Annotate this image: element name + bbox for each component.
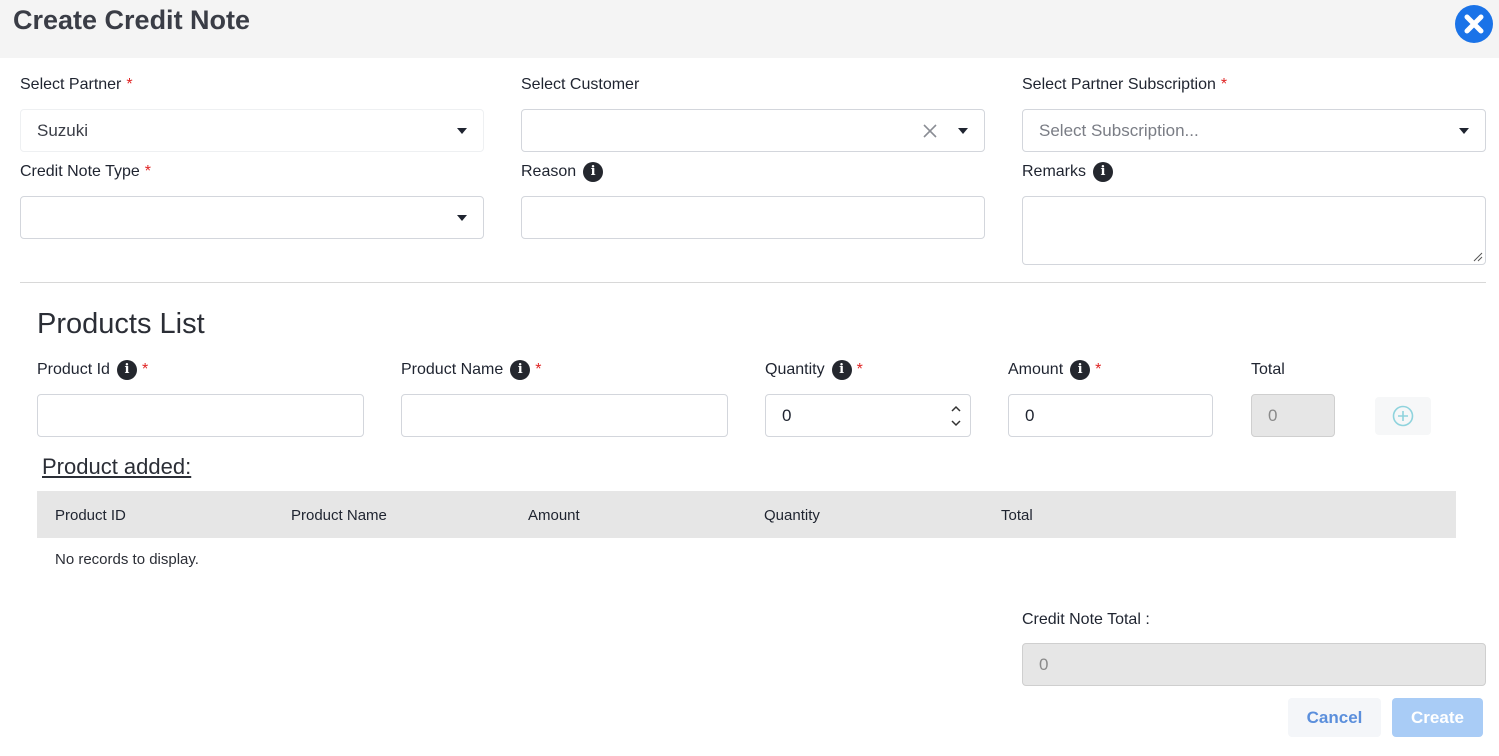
product-added-title: Product added: — [42, 454, 192, 479]
total-field: 0 — [1251, 394, 1335, 437]
products-table-header: Product ID Product Name Amount Quantity … — [37, 491, 1456, 538]
customer-label: Select Customer — [521, 76, 640, 93]
resize-grip-icon[interactable] — [1473, 252, 1483, 262]
amount-label: Amount i * — [1008, 360, 1102, 380]
info-icon[interactable]: i — [1093, 162, 1114, 182]
column-header[interactable]: Total — [1001, 507, 1033, 524]
chevron-down-icon — [457, 127, 467, 134]
product-name-input[interactable] — [401, 394, 728, 437]
section-divider — [20, 282, 1486, 283]
reason-input[interactable] — [521, 196, 985, 239]
subscription-select[interactable]: Select Subscription... — [1022, 109, 1486, 152]
amount-input[interactable]: 0 — [1008, 394, 1213, 437]
add-product-button[interactable] — [1375, 397, 1431, 435]
info-icon[interactable]: i — [583, 162, 604, 182]
products-list-title: Products List — [37, 308, 205, 340]
info-icon[interactable]: i — [116, 360, 137, 380]
close-button[interactable] — [1455, 5, 1493, 43]
product-name-label: Product Name i * — [401, 360, 542, 380]
stepper-arrows-icon[interactable] — [950, 404, 962, 428]
remarks-textarea[interactable] — [1022, 196, 1486, 265]
chevron-down-icon — [457, 214, 467, 221]
column-header[interactable]: Product Name — [291, 507, 387, 524]
create-button[interactable]: Create — [1392, 698, 1483, 737]
subscription-label: Select Partner Subscription * — [1022, 76, 1228, 93]
info-icon[interactable]: i — [1070, 360, 1091, 380]
chevron-down-icon — [1459, 127, 1469, 134]
credit-note-type-label: Credit Note Type * — [20, 163, 151, 180]
partner-label: Select Partner * — [20, 76, 133, 93]
column-header[interactable]: Amount — [528, 507, 580, 524]
credit-note-total-label: Credit Note Total : — [1022, 611, 1150, 628]
info-icon[interactable]: i — [831, 360, 852, 380]
column-header[interactable]: Product ID — [55, 507, 126, 524]
credit-note-type-select[interactable] — [20, 196, 484, 239]
credit-note-total-field: 0 — [1022, 643, 1486, 686]
reason-label: Reason i — [521, 162, 604, 182]
quantity-stepper[interactable]: 0 — [765, 394, 971, 437]
modal-title: Create Credit Note — [13, 5, 251, 35]
customer-select[interactable] — [521, 109, 985, 152]
clear-icon[interactable] — [922, 123, 938, 139]
close-icon — [1464, 14, 1484, 34]
cancel-button[interactable]: Cancel — [1288, 698, 1381, 737]
quantity-label: Quantity i * — [765, 360, 863, 380]
info-icon[interactable]: i — [510, 360, 531, 380]
chevron-down-icon — [958, 127, 968, 134]
column-header[interactable]: Quantity — [764, 507, 820, 524]
plus-circle-icon — [1392, 405, 1414, 427]
modal-header: Create Credit Note — [0, 0, 1499, 58]
total-label: Total — [1251, 361, 1285, 378]
product-id-input[interactable] — [37, 394, 364, 437]
partner-select[interactable]: Suzuki — [20, 109, 484, 152]
remarks-label: Remarks i — [1022, 162, 1114, 182]
product-id-label: Product Id i * — [37, 360, 149, 380]
empty-table-message: No records to display. — [55, 551, 199, 568]
